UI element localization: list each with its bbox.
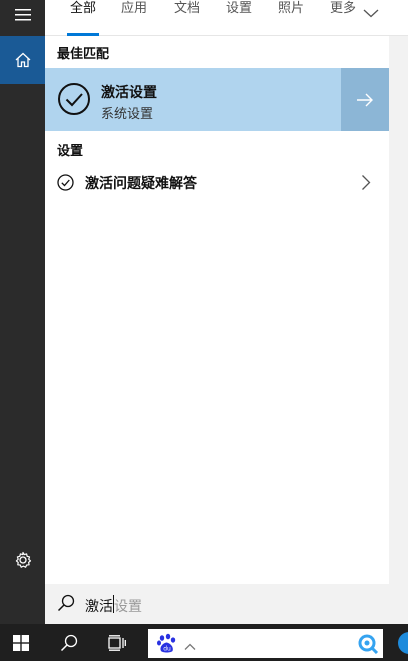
best-match-result[interactable]: 激活设置 系统设置	[45, 68, 341, 131]
best-match-subtitle: 系统设置	[101, 107, 154, 122]
scrollbar-track[interactable]	[389, 36, 408, 584]
open-arrow-button[interactable]	[341, 68, 389, 131]
best-match-heading: 最佳匹配	[57, 47, 110, 62]
baidu-logo-icon: du	[156, 633, 178, 654]
tab-documents[interactable]: 文档	[174, 0, 200, 36]
settings-section-heading: 设置	[57, 144, 84, 159]
task-view-icon[interactable]	[96, 624, 138, 661]
hamburger-menu-icon[interactable]	[0, 0, 45, 30]
tab-photos[interactable]: 照片	[278, 0, 304, 36]
arrow-right-icon	[357, 93, 373, 106]
tab-all[interactable]: 全部	[66, 0, 100, 36]
taskbar: du	[0, 624, 408, 661]
checkmark-circle-icon	[57, 174, 74, 195]
search-icon[interactable]	[48, 624, 90, 661]
search-icon	[57, 594, 75, 616]
search-box[interactable]: 激活 设置	[45, 584, 408, 624]
edge-icon[interactable]	[398, 632, 408, 654]
checkmark-circle-icon	[57, 82, 91, 120]
settings-result-item[interactable]: 激活问题疑难解答	[45, 166, 389, 198]
chevron-down-icon[interactable]	[363, 3, 379, 22]
tab-settings[interactable]: 设置	[226, 0, 252, 36]
search-autocomplete-suggestion: 设置	[114, 599, 142, 615]
home-icon[interactable]	[0, 36, 45, 84]
windows-start-icon[interactable]	[0, 624, 42, 661]
settings-gear-icon[interactable]	[0, 540, 45, 580]
chevron-up-icon[interactable]	[184, 637, 196, 656]
search-input-text[interactable]: 激活	[85, 596, 113, 616]
settings-result-label: 激活问题疑难解答	[85, 176, 197, 192]
svg-text:du: du	[163, 646, 171, 653]
chevron-right-icon	[361, 174, 371, 195]
tab-apps[interactable]: 应用	[121, 0, 147, 36]
baidu-search-box[interactable]: du	[148, 629, 383, 658]
best-match-title: 激活设置	[101, 85, 157, 101]
tab-more[interactable]: 更多	[330, 0, 356, 36]
baidu-search-icon[interactable]	[357, 633, 379, 655]
filter-tabs: 全部 应用 文档 设置 照片 更多	[45, 0, 408, 36]
left-rail	[0, 0, 45, 624]
